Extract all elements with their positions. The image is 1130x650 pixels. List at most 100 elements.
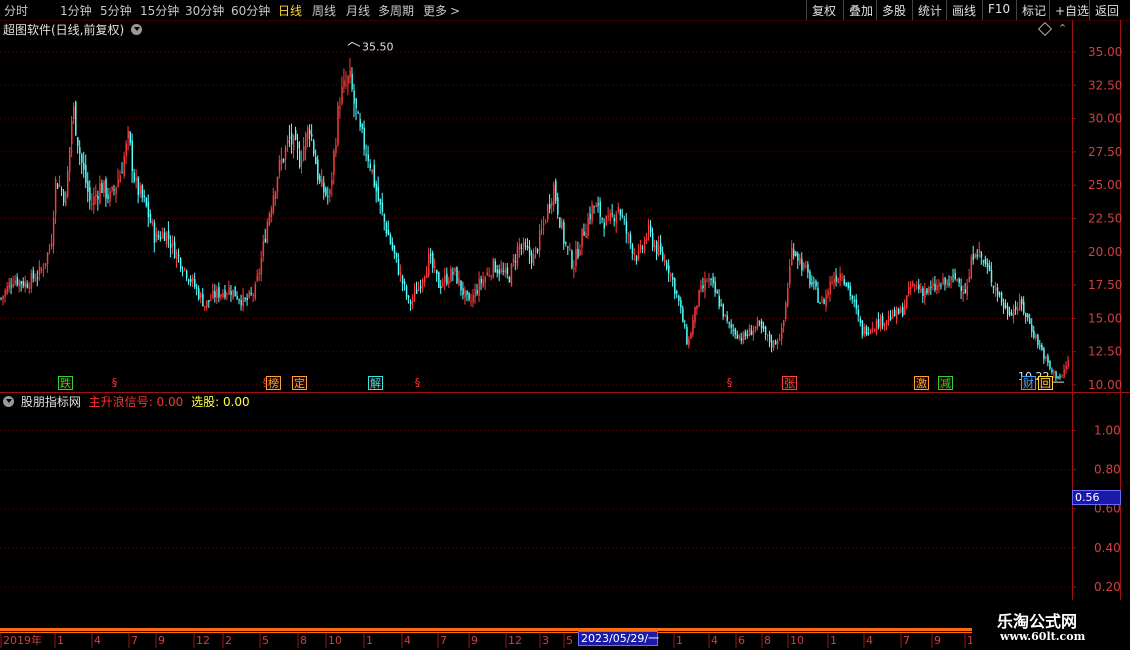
candle-body	[228, 287, 230, 295]
candle-body	[254, 283, 257, 299]
candle-body	[758, 322, 761, 324]
candle-body	[553, 184, 555, 206]
candle-body	[597, 203, 599, 206]
candle-body	[83, 162, 85, 170]
candle-body	[966, 285, 969, 296]
candle-body	[204, 305, 206, 308]
candle-body	[633, 253, 636, 255]
candlestick-chart: 35.00 32.50 30.00 27.50 25.00 22.50 20.00 17.50…	[0, 20, 1130, 393]
candle-body	[781, 327, 783, 339]
candle-body	[446, 273, 448, 285]
restore-rights-button[interactable]: 复权	[806, 0, 843, 20]
cursor-date-box: 2023/05/29/一	[578, 631, 660, 646]
period-tab-weekly[interactable]: 周线	[312, 2, 336, 19]
indicator-pane: 1.000.800.600.400.20	[0, 393, 1121, 628]
candle-body	[734, 328, 737, 335]
period-tab-multi[interactable]: 多周期	[378, 2, 414, 19]
period-tab-1min[interactable]: 1分钟	[60, 2, 92, 19]
candle-body	[317, 159, 319, 180]
candle-body	[167, 230, 170, 240]
candle-body	[611, 213, 614, 215]
multi-stock-button[interactable]: 多股	[876, 0, 912, 20]
candle-body	[623, 219, 626, 221]
candle-body	[482, 279, 484, 287]
statistics-button[interactable]: 统计	[912, 0, 946, 20]
overlay-button[interactable]: 叠加	[843, 0, 876, 20]
candle-body	[629, 234, 632, 244]
candle-body	[301, 160, 303, 164]
candle-body	[420, 286, 422, 289]
candle-body	[867, 332, 870, 334]
cursor-date: 2023/05/29/一	[581, 632, 660, 645]
time-tick-label: 9	[471, 634, 478, 647]
candle-body	[262, 241, 265, 257]
max-price-label: 35.50	[362, 40, 394, 53]
mark-button[interactable]: 标记	[1016, 0, 1049, 20]
candle-body	[99, 183, 101, 203]
period-tab-60min[interactable]: 60分钟	[231, 2, 270, 19]
candle-body	[506, 266, 509, 275]
candle-body	[750, 330, 753, 336]
candle-body	[357, 112, 359, 114]
period-tab-15min[interactable]: 15分钟	[140, 2, 179, 19]
candle-body	[998, 293, 1001, 296]
candle-body	[1029, 318, 1031, 324]
candle-body	[337, 105, 339, 145]
candle-body	[242, 294, 244, 307]
candle-body	[551, 201, 553, 206]
candle-body	[831, 281, 833, 283]
candle-body	[26, 283, 29, 288]
candle-body	[165, 232, 168, 245]
candle-body	[805, 265, 807, 267]
period-tab-daily[interactable]: 日线	[278, 2, 302, 19]
candle-body	[537, 249, 539, 252]
candle-body	[883, 323, 886, 325]
candle-body	[948, 283, 950, 285]
candle-body	[274, 191, 277, 200]
period-tab-more[interactable]: 更多 >	[423, 2, 460, 19]
candle-body	[383, 214, 386, 222]
candle-body	[182, 270, 184, 272]
candle-body	[169, 243, 172, 248]
time-tick-label: 12	[196, 634, 210, 647]
candle-body	[470, 300, 472, 302]
candle-body	[121, 172, 123, 174]
candle-body	[438, 272, 440, 288]
candle-body	[145, 197, 148, 207]
candle-body	[873, 329, 876, 332]
candle-body	[617, 207, 620, 212]
candle-body	[290, 133, 293, 145]
back-button[interactable]: 返回	[1089, 0, 1130, 20]
candle-body	[700, 285, 702, 290]
candle-body	[974, 254, 977, 258]
candle-body	[212, 290, 214, 298]
candle-body	[516, 246, 519, 266]
candle-body	[272, 195, 275, 213]
candle-body	[107, 194, 109, 199]
period-tab-monthly[interactable]: 月线	[346, 2, 370, 19]
candle-body	[361, 124, 363, 129]
candle-body	[625, 221, 628, 234]
time-tick-label: 1	[366, 634, 373, 647]
candle-body	[599, 201, 601, 217]
candle-body	[460, 280, 462, 291]
period-tab-intraday[interactable]: 分时	[4, 2, 28, 19]
draw-line-button[interactable]: 画线	[946, 0, 982, 20]
candle-body	[532, 254, 535, 266]
candle-body	[309, 130, 311, 135]
candle-body	[510, 263, 513, 286]
candle-body	[294, 130, 297, 140]
add-watchlist-button[interactable]: +自选	[1049, 0, 1089, 20]
f10-button[interactable]: F10	[982, 0, 1016, 20]
candle-body	[409, 301, 412, 305]
period-tab-5min[interactable]: 5分钟	[100, 2, 132, 19]
candle-body	[462, 288, 464, 295]
period-tab-30min[interactable]: 30分钟	[185, 2, 224, 19]
candle-body	[545, 222, 547, 224]
signal-marker: 跌	[58, 376, 73, 390]
candle-body	[912, 282, 914, 286]
candle-body	[930, 286, 932, 288]
candle-body	[347, 76, 349, 84]
candle-body	[932, 283, 934, 287]
candle-body	[109, 191, 111, 202]
